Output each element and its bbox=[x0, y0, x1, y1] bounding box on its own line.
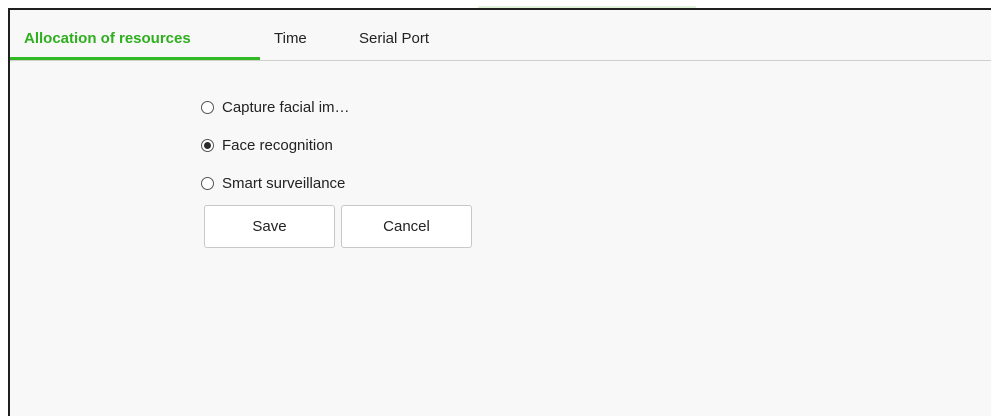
tab-time[interactable]: Time bbox=[274, 10, 307, 60]
cancel-button[interactable]: Cancel bbox=[341, 205, 472, 248]
option-capture-facial-images[interactable]: Capture facial im… bbox=[201, 88, 350, 126]
option-label-capture-facial-images: Capture facial im… bbox=[222, 98, 350, 116]
radio-face-recognition[interactable] bbox=[201, 138, 214, 152]
option-label-smart-surveillance: Smart surveillance bbox=[222, 174, 346, 192]
radio-capture-facial-images[interactable] bbox=[201, 100, 214, 114]
save-button[interactable]: Save bbox=[204, 205, 335, 248]
tab-bar: Allocation of resources Time Serial Port bbox=[10, 10, 991, 61]
tab-divider bbox=[10, 60, 991, 61]
settings-panel bbox=[8, 8, 991, 416]
form-actions: Save Cancel bbox=[204, 205, 472, 248]
option-label-face-recognition: Face recognition bbox=[222, 136, 333, 154]
tab-serial-port[interactable]: Serial Port bbox=[359, 10, 429, 60]
resource-mode-radio-group: Capture facial im… Face recognition Smar… bbox=[201, 88, 350, 202]
tab-allocation-of-resources[interactable]: Allocation of resources bbox=[24, 10, 191, 60]
option-smart-surveillance[interactable]: Smart surveillance bbox=[201, 164, 350, 202]
radio-smart-surveillance[interactable] bbox=[201, 176, 214, 190]
option-face-recognition[interactable]: Face recognition bbox=[201, 126, 350, 164]
